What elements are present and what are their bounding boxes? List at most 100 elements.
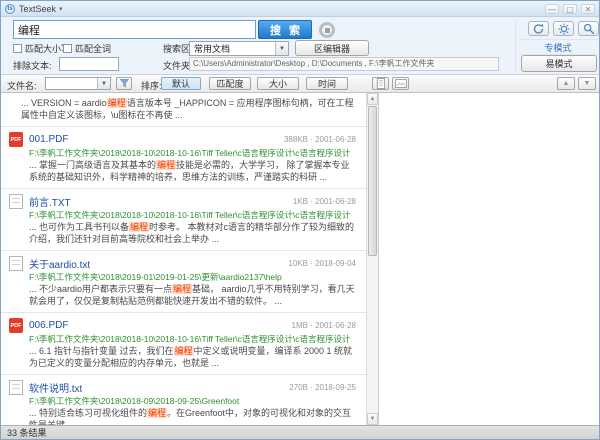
- scrollbar-thumb[interactable]: [368, 106, 377, 256]
- page-icon: [376, 78, 386, 89]
- window-controls: — ▢ ✕: [545, 4, 595, 14]
- result-snippet: ... 6.1 指针与指针变量 过去，我们在编程中定义或说明变量，编译系 200…: [29, 346, 356, 369]
- keyword-highlight: 编程: [156, 160, 176, 170]
- result-item[interactable]: PDF 001.PDF 388KB · 2001-06-28 F:\李帆工作文件夹\2…: [1, 127, 366, 189]
- maximize-button[interactable]: ▢: [563, 4, 577, 14]
- app-title: TextSeek: [19, 4, 56, 14]
- folder-path-field[interactable]: C:\Users\Administrator\Desktop , D:\Docu…: [189, 57, 499, 71]
- result-snippet: ... 掌握一门高级语言及其基本的编程技能是必需的，大学学习， 除了掌握本专业系…: [29, 160, 356, 183]
- close-button[interactable]: ✕: [581, 4, 595, 14]
- stop-button[interactable]: [319, 22, 335, 38]
- previous-match-button[interactable]: ▲: [557, 77, 575, 90]
- match-word-label[interactable]: 匹配全词: [75, 42, 111, 55]
- current-mode-label: 专模式: [518, 39, 598, 55]
- snippet-text: ... 也可作为工具书刊以备: [29, 222, 129, 232]
- advanced-search-button[interactable]: [578, 21, 599, 36]
- search-panel: 搜索 匹配大小写 匹配全词: [1, 17, 599, 75]
- result-title[interactable]: 前言.TXT: [29, 194, 71, 209]
- filter-button[interactable]: [116, 77, 132, 90]
- easy-mode-button[interactable]: 易模式: [521, 55, 597, 72]
- snippet-text: ... 特别适合练习可视化组件的: [29, 408, 147, 418]
- statusbar: 33 条结果: [1, 425, 599, 440]
- keyword-highlight: 编程: [174, 346, 194, 356]
- result-title[interactable]: 006.PDF: [29, 320, 68, 331]
- stop-icon: [325, 28, 330, 33]
- result-item-head: 软件说明.txt 270B · 2018-09-25: [9, 380, 356, 395]
- pdf-file-icon: PDF: [9, 318, 23, 333]
- sync-icon: [532, 23, 545, 35]
- funnel-icon: [120, 79, 129, 88]
- zone-editor-button[interactable]: 区编辑器: [295, 40, 369, 56]
- magnifier-icon: [583, 23, 595, 35]
- minimize-button[interactable]: —: [545, 4, 559, 14]
- keyword-highlight: 编程: [107, 98, 127, 108]
- exclude-input[interactable]: [59, 57, 119, 71]
- chevron-down-icon[interactable]: ▼: [97, 78, 110, 89]
- txt-file-icon: [9, 256, 23, 271]
- match-case-checkbox[interactable]: [13, 44, 22, 53]
- result-item[interactable]: 关于aardio.txt10KB · 2018-09-04F:\李帆工作文件夹\…: [1, 251, 366, 313]
- zone-select[interactable]: 常用文档 ▼: [189, 41, 289, 56]
- results-toolbar: 文件名: ▼ 排序: 默认 匹配度 大小 时间 ▲ ▼: [1, 75, 599, 93]
- result-item[interactable]: PDF 006.PDF 1MB · 2001-06-28 F:\李帆工作文件夹\201…: [1, 313, 366, 375]
- result-path: F:\李帆工作文件夹\2018\2018-09\2018-09-25\Green…: [29, 396, 356, 406]
- reindex-button[interactable]: [528, 21, 549, 36]
- settings-button[interactable]: [553, 21, 574, 36]
- result-meta: 1MB · 2001-06-28: [286, 321, 356, 330]
- preview-layout-view-button[interactable]: [392, 77, 409, 90]
- txt-file-icon: [9, 380, 23, 395]
- result-item-head: 关于aardio.txt10KB · 2018-09-04: [9, 256, 356, 271]
- snippet-text: ... 不少aardio用户都表示只要有一点: [29, 284, 172, 294]
- result-path: F:\李帆工作文件夹\2018\2018-10\2018-10-16\Tiff …: [29, 148, 356, 158]
- sort-label: 排序:: [141, 79, 162, 92]
- sort-default-button[interactable]: 默认: [161, 77, 201, 90]
- pdf-file-icon: PDF: [9, 132, 23, 147]
- search-input[interactable]: [13, 20, 256, 39]
- result-item[interactable]: 前言.TXT 1KB · 2001-06-28 F:\李帆工作文件夹\2018\20…: [1, 189, 366, 251]
- sort-relevance-button[interactable]: 匹配度: [209, 77, 251, 90]
- filename-filter-select[interactable]: ▼: [45, 77, 111, 90]
- app-menu-caret-icon[interactable]: ▾: [59, 5, 63, 13]
- snippet-text: ... 6.1 指针与指针变量 过去，我们在: [29, 346, 174, 356]
- result-snippet: ... 不少aardio用户都表示只要有一点编程基础， aardio几乎不用特别…: [29, 284, 356, 307]
- result-item[interactable]: 软件说明.txt 270B · 2018-09-25 F:\李帆工作文件夹\2018…: [1, 375, 366, 425]
- result-meta: 388KB · 2001-06-28: [278, 135, 356, 144]
- zone-selected-value: 常用文档: [194, 42, 230, 55]
- panel-divider: [515, 19, 516, 72]
- scroll-up-icon[interactable]: ▲: [367, 93, 378, 105]
- result-item[interactable]: ... VERSION = aardio编程语言版本号 _HAPPICON = …: [1, 93, 366, 127]
- snippet-text: ... 掌握一门高级语言及其基本的: [29, 160, 156, 170]
- result-count: 33 条结果: [7, 428, 47, 438]
- next-match-button[interactable]: ▼: [578, 77, 596, 90]
- textseek-window: ts TextSeek ▾ — ▢ ✕ 搜索: [0, 0, 600, 440]
- result-title[interactable]: 001.PDF: [29, 134, 68, 145]
- filename-label: 文件名:: [7, 79, 37, 92]
- result-item-head: PDF 006.PDF 1MB · 2001-06-28: [9, 318, 356, 333]
- result-item-head: PDF 001.PDF 388KB · 2001-06-28: [9, 132, 356, 147]
- result-path: F:\李帆工作文件夹\2018\2019-01\2019-01-25\更新\aa…: [29, 272, 356, 282]
- app-logo-icon: ts: [5, 4, 15, 14]
- result-title[interactable]: 软件说明.txt: [29, 380, 82, 395]
- results-scrollbar[interactable]: ▲ ▼: [366, 93, 378, 425]
- result-meta: 1KB · 2001-06-28: [287, 197, 356, 206]
- snippet-text: ... VERSION = aardio: [21, 98, 107, 108]
- keyword-highlight: 编程: [129, 222, 149, 232]
- match-word-checkbox[interactable]: [63, 44, 72, 53]
- sort-size-button[interactable]: 大小: [257, 77, 299, 90]
- sort-time-button[interactable]: 时间: [306, 77, 348, 90]
- image-icon: [395, 79, 407, 88]
- result-snippet: ... VERSION = aardio编程语言版本号 _HAPPICON = …: [21, 98, 356, 121]
- results-list: ... VERSION = aardio编程语言版本号 _HAPPICON = …: [1, 93, 366, 425]
- preview-text-view-button[interactable]: [372, 77, 389, 90]
- result-meta: 270B · 2018-09-25: [283, 383, 356, 392]
- result-path: F:\李帆工作文件夹\2018\2018-10\2018-10-16\Tiff …: [29, 210, 356, 220]
- result-path: F:\李帆工作文件夹\2018\2018-10\2018-10-16\Tiff …: [29, 334, 356, 344]
- scroll-down-icon[interactable]: ▼: [367, 413, 378, 425]
- result-item-head: 前言.TXT 1KB · 2001-06-28: [9, 194, 356, 209]
- chevron-down-icon[interactable]: ▼: [275, 42, 288, 55]
- keyword-highlight: 编程: [172, 284, 192, 294]
- result-title[interactable]: 关于aardio.txt: [29, 256, 90, 271]
- result-snippet: ... 也可作为工具书刊以备编程时参考。 本教材对c语言的精华部分作了较为细致的…: [29, 222, 356, 245]
- result-snippet: ... 特别适合练习可视化组件的编程。在Greenfoot中，对象的可视化和对象…: [29, 408, 356, 425]
- search-button[interactable]: 搜索: [258, 20, 312, 39]
